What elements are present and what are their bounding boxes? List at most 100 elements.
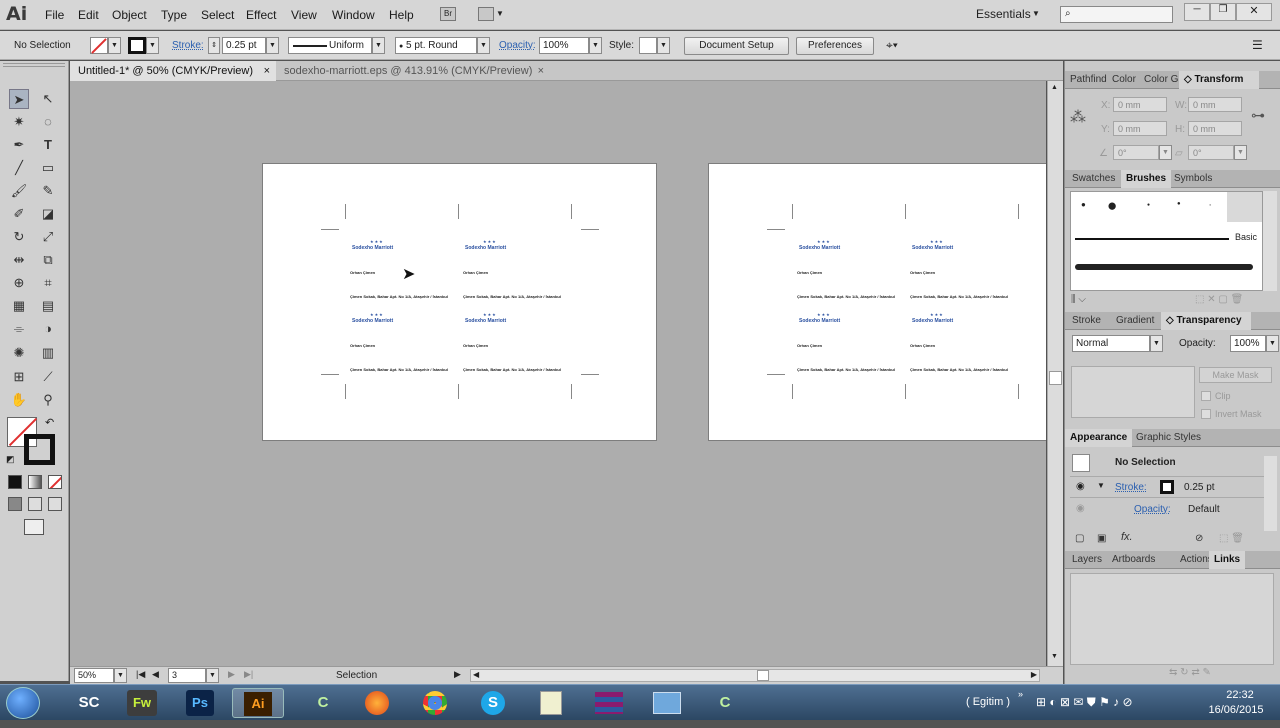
brush-actions-icon[interactable]: ⬚ ✕ ▢ 🗑 [1195,294,1243,305]
business-card[interactable]: ★★★ Sodexho Marriott Orhan Çimen Çimen S… [910,305,1023,378]
chevron-down-icon[interactable]: ▼ [372,37,385,54]
gradient-mode-icon[interactable] [28,475,42,489]
chrome-icon[interactable] [410,688,460,718]
appearance-scrollbar[interactable] [1264,456,1277,531]
taskbar-app-sc[interactable]: SC [64,688,114,718]
opacity-input[interactable]: 100% [539,37,589,54]
pen-tool-icon[interactable]: ✒ [9,135,29,155]
next-artboard-icon[interactable]: ▶ [228,669,235,680]
tray-icons[interactable]: ⊞ ◐ ⊠ ✉ ⛊ ⚑ ♪ ⊘ [1036,695,1133,710]
fill-swatch[interactable] [90,37,108,54]
width-tool-icon[interactable]: ⇹ [9,250,29,270]
tab-appearance[interactable]: Appearance [1065,429,1133,447]
brush-swatch-blank[interactable] [1227,192,1262,222]
tab-gradient[interactable]: Gradient [1111,312,1159,330]
tab-symbols[interactable]: Symbols [1169,170,1217,188]
x-input[interactable]: 0 mm [1113,97,1167,112]
invert-mask-checkbox[interactable] [1201,409,1211,419]
notepad-icon[interactable] [526,688,576,718]
magic-wand-tool-icon[interactable]: ✷ [9,112,29,132]
tab-brushes[interactable]: Brushes [1121,170,1172,188]
menu-type[interactable]: Type [161,8,187,22]
blend-mode-select[interactable]: Normal [1072,335,1150,352]
profile-select[interactable]: Uniform [288,37,372,54]
tab-color[interactable]: Color [1107,71,1141,89]
add-effect-icon[interactable]: fx. [1121,531,1133,543]
horizontal-scrollbar[interactable]: ◀ ▶ [470,669,1040,682]
tab-pathfinder[interactable]: Pathfind [1065,71,1112,89]
panel-grip[interactable] [3,63,65,67]
scroll-up-icon[interactable]: ▲ [1051,84,1058,91]
first-artboard-icon[interactable]: |◀ [136,669,145,680]
brush-dot-large-icon[interactable]: ● [1107,196,1117,216]
close-icon[interactable]: × [538,61,544,81]
chevron-down-icon[interactable]: ▼ [114,668,127,683]
none-mode-icon[interactable] [48,475,62,489]
chevron-down-icon[interactable]: ▼ [1150,335,1163,352]
charcoal-brush-stroke[interactable] [1075,264,1253,270]
artboard-tool-icon[interactable]: ⊞ [9,367,29,387]
rectangle-tool-icon[interactable]: ▭ [38,158,58,178]
mesh-tool-icon[interactable]: ▦ [9,296,29,316]
clock-date[interactable]: 16/06/2015 [1200,704,1272,716]
tab-transform[interactable]: ◇ Transform [1179,71,1259,89]
stroke-link[interactable]: Stroke: [1115,482,1147,493]
rotate-tool-icon[interactable]: ↻ [9,227,29,247]
y-input[interactable]: 0 mm [1113,121,1167,136]
swap-colors-icon[interactable]: ↶ [45,416,54,429]
winrar-icon[interactable] [584,688,634,718]
menu-file[interactable]: File [45,8,64,22]
chevron-down-icon[interactable]: ▼ [108,37,121,54]
close-icon[interactable]: × [264,61,270,81]
firefox-icon[interactable] [352,688,402,718]
tab-stroke[interactable]: Stroke [1067,312,1106,330]
artboard-1[interactable]: ★★★ Sodexho Marriott Orhan Çimen Çimen S… [262,163,657,441]
duplicate-item-icon[interactable]: ⬚ 🗑 [1219,533,1244,544]
eraser-tool-icon[interactable]: ◪ [38,204,58,224]
style-swatch[interactable] [639,37,657,54]
artboard-number-input[interactable]: 3 [168,668,206,683]
chevron-down-icon[interactable]: ▼ [1159,145,1172,160]
make-mask-button[interactable]: Make Mask [1199,367,1272,383]
chevron-down-icon[interactable]: ▼ [146,37,159,54]
menu-help[interactable]: Help [389,8,414,22]
selection-tool-icon[interactable]: ➤ [9,89,29,109]
chevron-down-icon[interactable]: ▼ [496,9,504,18]
line-tool-icon[interactable]: ╱ [9,158,29,178]
taskbar-app-photoshop[interactable]: Ps [186,690,214,716]
basic-brush-stroke[interactable] [1075,238,1229,240]
symbol-sprayer-tool-icon[interactable]: ✺ [9,343,29,363]
status-menu-icon[interactable]: ▶ [454,669,461,680]
menu-window[interactable]: Window [332,8,375,22]
artboard-2[interactable]: ★★★ Sodexho Marriott Orhan Çimen Çimen S… [708,163,1046,441]
default-colors-icon[interactable]: ◩ [6,454,15,465]
color-mode-icon[interactable] [8,475,22,489]
taskbar-app-fireworks[interactable]: Fw [127,690,157,716]
business-card[interactable]: ★★★ Sodexho Marriott Orhan Çimen Çimen S… [797,305,910,378]
tab-swatches[interactable]: Swatches [1067,170,1120,188]
appearance-opacity-row[interactable]: ◉ Opacity: Default [1070,499,1264,521]
vertical-scrollbar[interactable]: ▲ ▼ [1047,81,1063,666]
brush-dot-icon[interactable]: ● [1081,200,1086,209]
brushes-scrollbar[interactable] [1263,191,1277,291]
appearance-stroke-row[interactable]: ◉ ▼ Stroke: 0.25 pt [1070,476,1264,498]
zoom-tool-icon[interactable]: ⚲ [38,390,58,410]
document-setup-button[interactable]: Document Setup [684,37,789,55]
menu-view[interactable]: View [291,8,317,22]
arrange-icon[interactable]: ⌖▾ [886,38,898,53]
close-button[interactable]: ✕ [1236,3,1272,21]
canvas-area[interactable]: ★★★ Sodexho Marriott Orhan Çimen Çimen S… [70,81,1046,666]
stroke-weight-input[interactable]: 0.25 pt [222,37,266,54]
chevron-down-icon[interactable]: ▼ [1266,335,1279,352]
add-fill-icon[interactable]: ▣ [1097,533,1106,544]
stroke-color-swatch[interactable] [1160,480,1174,494]
menu-effect[interactable]: Effect [246,8,276,22]
workspace-switcher[interactable]: Essentials [976,7,1031,21]
skype-icon[interactable]: S [468,688,518,718]
menu-object[interactable]: Object [112,8,147,22]
opacity-label[interactable]: Opacity: [499,40,536,51]
chevron-down-icon[interactable]: ▼ [1234,145,1247,160]
language-indicator[interactable]: ( Egitim ) [966,696,1010,708]
brush-dot-small-icon[interactable]: ● [1209,202,1211,207]
blend-tool-icon[interactable]: ◑ [38,319,58,339]
